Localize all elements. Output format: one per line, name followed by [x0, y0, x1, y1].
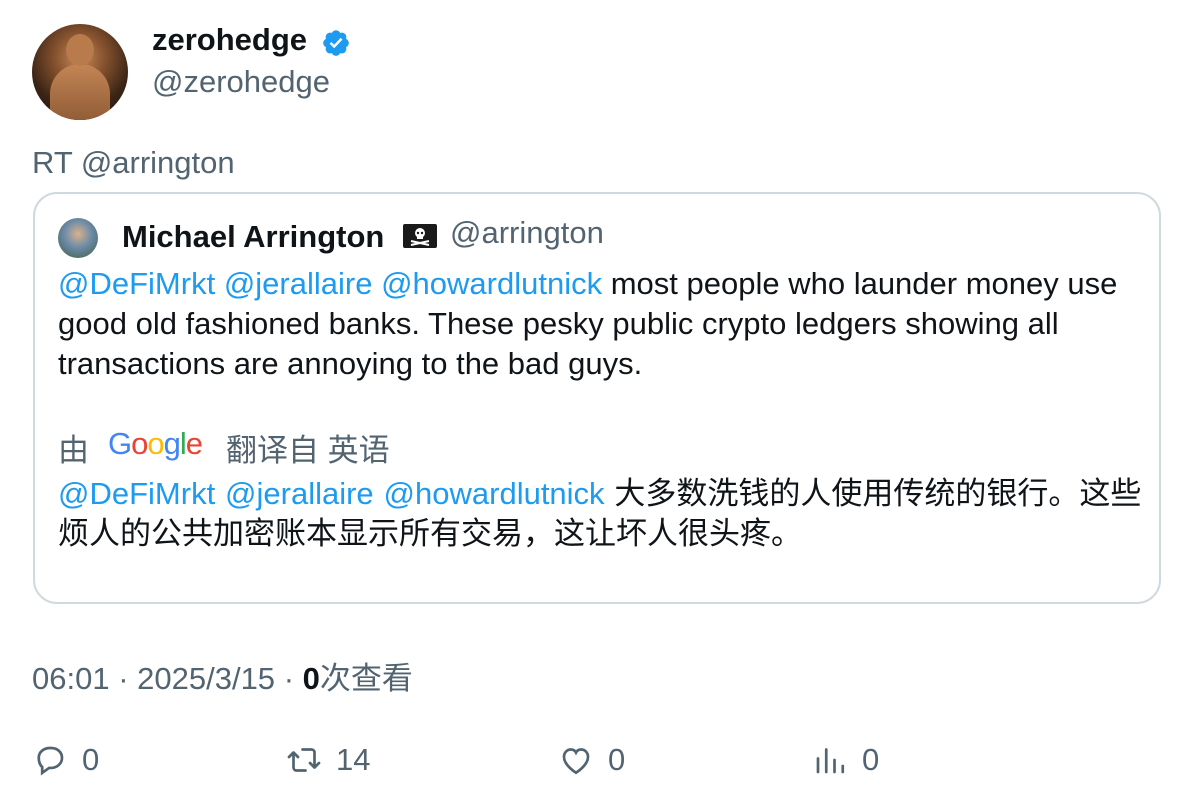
quoted-author-handle[interactable]: @arrington	[450, 215, 604, 251]
analytics-icon	[816, 748, 845, 774]
google-logo-letter: G	[108, 426, 132, 461]
mention-link[interactable]: @DeFiMrkt	[58, 266, 215, 301]
meta-separator: ·	[283, 661, 303, 696]
mention-link[interactable]: @DeFiMrkt	[58, 476, 215, 511]
author-display-name[interactable]: zerohedge	[152, 22, 307, 58]
google-logo-letter: o	[131, 426, 148, 461]
verified-badge-icon	[323, 30, 349, 56]
avatar-figure-face	[66, 34, 94, 66]
translated-from-label: 翻译自 英语	[226, 433, 390, 468]
like-button[interactable]: 0	[558, 740, 625, 780]
meta-separator: ·	[118, 661, 138, 696]
tweet-meta: 06:01 · 2025/3/15 · 0次查看	[32, 653, 413, 698]
reply-count: 0	[82, 742, 100, 777]
retweet-text: RT @arrington	[32, 145, 235, 180]
retweet-icon	[287, 748, 321, 772]
views-label: 次查看	[319, 661, 413, 696]
reply-button[interactable]: 0	[32, 740, 99, 780]
quoted-tweet-text: @DeFiMrkt @jerallaire @howardlutnick mos…	[58, 264, 1148, 384]
tweet-time[interactable]: 06:01	[32, 661, 110, 696]
quoted-author-name[interactable]: Michael Arrington	[122, 219, 384, 255]
translated-text: @DeFiMrkt @jerallaire @howardlutnick 大多数…	[58, 474, 1148, 554]
retweet-count: 14	[336, 742, 371, 777]
author-handle[interactable]: @zerohedge	[152, 64, 330, 100]
translated-by-label: 由	[58, 433, 89, 468]
heart-icon	[562, 748, 590, 775]
google-logo-letter: o	[147, 426, 164, 461]
like-count: 0	[608, 742, 626, 777]
mention-link[interactable]: @howardlutnick	[384, 476, 605, 511]
mention-link[interactable]: @howardlutnick	[381, 266, 602, 301]
reply-icon	[37, 746, 64, 776]
author-avatar[interactable]	[32, 24, 128, 120]
google-logo-letter: g	[163, 426, 181, 461]
analytics-count: 0	[862, 742, 880, 777]
quoted-author-avatar[interactable]	[58, 218, 98, 258]
mention-link[interactable]: @jerallaire	[225, 476, 374, 511]
mention-link[interactable]: @jerallaire	[224, 266, 373, 301]
tweet-date[interactable]: 2025/3/15	[137, 661, 275, 696]
retweet-button[interactable]: 14	[286, 740, 370, 780]
analytics-button[interactable]: 0	[812, 740, 879, 780]
pirate-flag-icon	[403, 224, 437, 248]
views-count: 0	[302, 661, 320, 696]
avatar-figure-torso	[50, 64, 110, 120]
google-logo: Google	[108, 426, 203, 462]
google-logo-letter: e	[185, 426, 203, 461]
